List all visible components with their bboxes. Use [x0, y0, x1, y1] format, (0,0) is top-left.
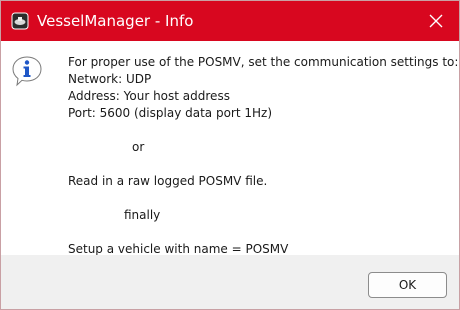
dialog-content: For proper use of the POSMV, set the com… [1, 41, 459, 258]
app-icon [11, 12, 29, 30]
message-line [68, 122, 458, 139]
message-line: Port: 5600 (display data port 1Hz) [68, 106, 272, 120]
close-icon [429, 14, 443, 28]
close-button[interactable] [413, 1, 459, 41]
message-line: Network: UDP [68, 72, 152, 86]
message-line: finally [124, 208, 161, 222]
message-line: Read in a raw logged POSMV file. [68, 174, 268, 188]
message-line: or [132, 140, 145, 154]
ok-button[interactable]: OK [368, 272, 447, 298]
message-line [68, 156, 458, 173]
info-dialog: VesselManager - Info For proper use of t… [0, 0, 460, 310]
message-line: Address: Your host address [68, 89, 230, 103]
message-line [68, 190, 458, 207]
window-title: VesselManager - Info [37, 12, 194, 30]
dialog-footer: OK [1, 255, 459, 309]
info-icon [11, 55, 43, 87]
title-bar[interactable]: VesselManager - Info [1, 1, 459, 41]
message-line: For proper use of the POSMV, set the com… [68, 55, 459, 69]
message-line [68, 224, 458, 241]
message-text: For proper use of the POSMV, set the com… [68, 54, 458, 258]
